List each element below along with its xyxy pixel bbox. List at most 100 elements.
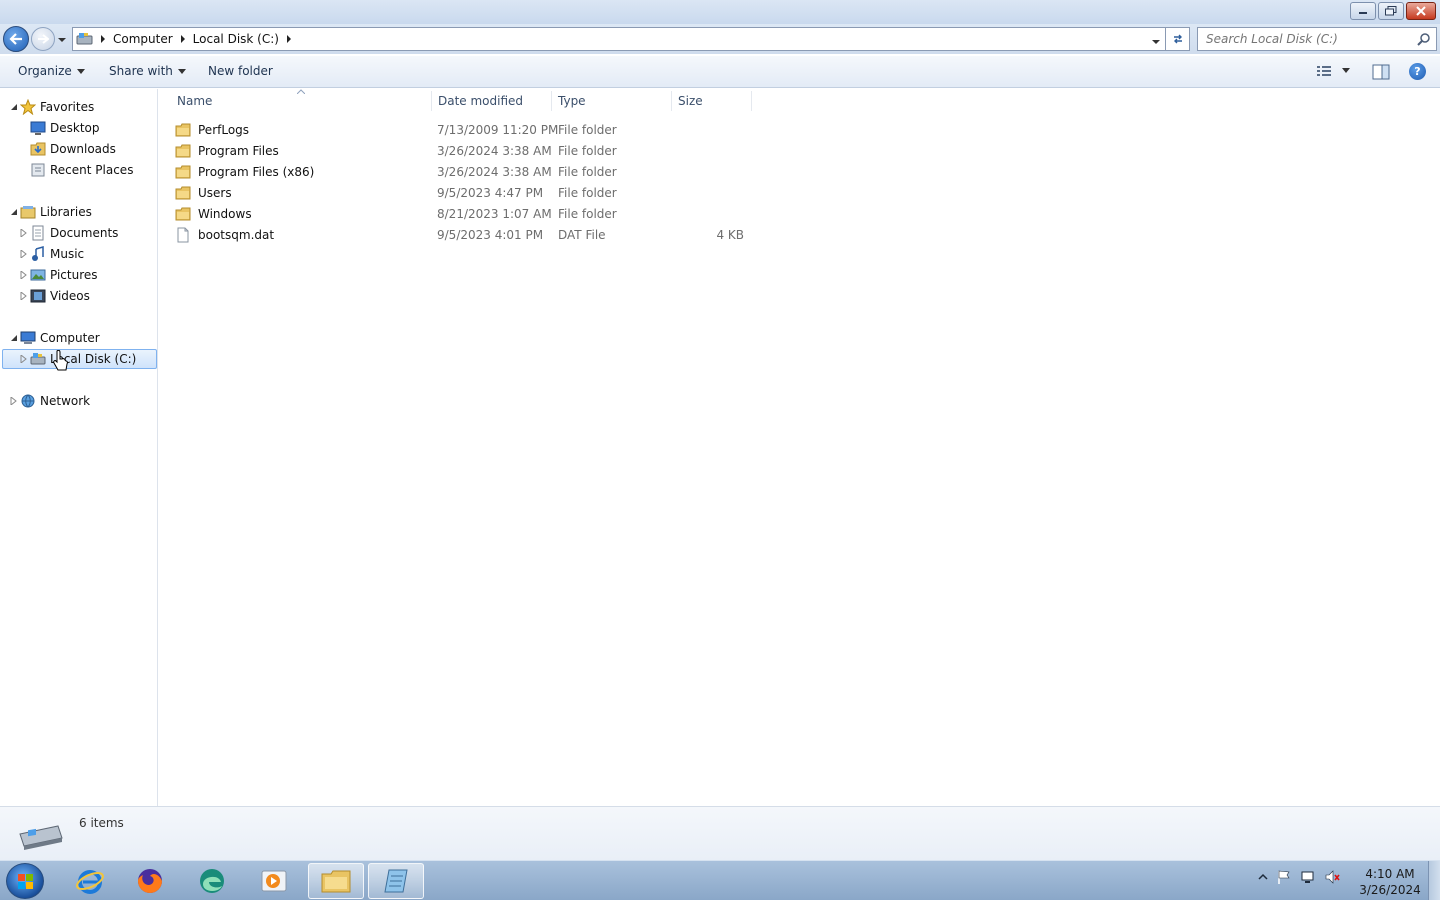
drive-icon [30,351,46,367]
chevron-down-icon [177,68,186,74]
window-controls [1350,2,1436,20]
breadcrumb-arrow[interactable] [283,35,295,43]
collapsed-arrow-icon[interactable] [20,250,28,258]
expanded-arrow-icon[interactable] [10,334,18,342]
expanded-arrow-icon[interactable] [10,103,18,111]
preview-pane-button[interactable] [1372,64,1390,83]
computer-icon [20,330,36,346]
collapsed-arrow-icon[interactable] [20,271,28,279]
nav-music[interactable]: Music [20,244,84,264]
clock-time: 4:10 AM [1365,867,1415,881]
navigation-pane: Favorites Desktop Downloads Recent Place… [0,89,158,806]
file-row[interactable]: bootsqm.dat 9/5/2023 4:01 PM DAT File 4 KB [175,224,755,245]
notepad-icon [384,869,408,893]
collapsed-arrow-icon[interactable] [20,292,28,300]
close-button[interactable] [1406,2,1436,20]
address-dropdown[interactable] [1151,35,1161,49]
collapsed-arrow-icon[interactable] [20,229,28,237]
nav-downloads[interactable]: Downloads [30,139,116,159]
breadcrumb-computer[interactable]: Computer [109,28,177,50]
nav-videos[interactable]: Videos [20,286,90,306]
column-header-size[interactable]: Size [672,89,750,113]
address-bar[interactable]: Computer Local Disk (C:) [72,27,1166,51]
item-count: 6 items [79,816,124,830]
restore-button[interactable] [1378,2,1404,20]
folder-icon [175,164,191,180]
change-view-button[interactable] [1316,64,1350,78]
start-button[interactable] [6,863,44,899]
file-row[interactable]: Program Files 3/26/2024 3:38 AM File folde… [175,140,755,161]
file-size-cell [678,161,744,182]
file-size-cell [678,140,744,161]
organize-button[interactable]: Organize [18,64,85,78]
nav-desktop[interactable]: Desktop [30,118,100,138]
search-icon[interactable] [1417,32,1431,49]
taskbar-notepad[interactable] [368,863,424,899]
minimize-button[interactable] [1350,2,1376,20]
breadcrumb-arrow[interactable] [177,35,189,43]
forward-button[interactable] [31,27,55,51]
nav-documents[interactable]: Documents [20,223,118,243]
arrow-right-icon [38,34,49,44]
taskbar-media-player[interactable] [246,863,302,899]
file-row[interactable]: Program Files (x86) 3/26/2024 3:38 AM File… [175,161,755,182]
search-input[interactable] [1198,28,1408,50]
file-type-cell: DAT File [558,227,606,242]
breadcrumb-arrow[interactable] [97,35,109,43]
nav-recent-places[interactable]: Recent Places [30,160,133,180]
file-date-cell: 3/26/2024 3:38 AM [437,164,552,179]
column-header-name[interactable]: Name [171,89,431,113]
expanded-arrow-icon[interactable] [10,208,18,216]
back-button[interactable] [3,26,29,52]
documents-icon [30,225,46,241]
file-explorer-icon [321,870,351,893]
share-with-button[interactable]: Share with [109,64,186,78]
action-center-flag-icon[interactable] [1276,869,1292,885]
collapsed-arrow-icon[interactable] [20,355,28,363]
file-date-cell: 7/13/2009 11:20 PM [437,122,559,137]
minimize-icon [1359,12,1367,14]
folder-icon [175,206,191,222]
network-status-icon[interactable] [1300,869,1316,885]
volume-muted-icon[interactable] [1324,869,1340,885]
file-date-cell: 9/5/2023 4:01 PM [437,227,544,242]
system-tray [1258,869,1340,885]
taskbar-firefox[interactable] [122,863,178,899]
file-row[interactable]: PerfLogs 7/13/2009 11:20 PM File folder [175,119,755,140]
nav-pictures[interactable]: Pictures [20,265,98,285]
file-type-cell: File folder [558,164,617,179]
nav-local-disk[interactable]: Local Disk (C:) [20,349,136,369]
star-icon [20,99,36,115]
nav-favorites[interactable]: Favorites [8,97,94,117]
search-box [1197,27,1437,51]
nav-network[interactable]: Network [8,391,90,411]
column-header-date[interactable]: Date modified [432,89,550,113]
edge-icon [200,869,224,893]
nav-computer[interactable]: Computer [8,328,100,348]
taskbar-edge[interactable] [184,863,240,899]
help-button[interactable]: ? [1409,63,1426,80]
recent-pages-dropdown[interactable] [57,33,67,47]
preview-pane-icon [1372,64,1390,80]
file-row[interactable]: Windows 8/21/2023 1:07 AM File folder [175,203,755,224]
file-name-cell: Users [175,182,232,203]
file-row[interactable]: Users 9/5/2023 4:47 PM File folder [175,182,755,203]
folder-icon [175,143,191,159]
show-desktop-button[interactable] [1428,861,1440,900]
new-folder-button[interactable]: New folder [208,64,273,78]
column-divider[interactable] [751,91,752,111]
breadcrumb-local-disk[interactable]: Local Disk (C:) [189,28,283,50]
file-size-cell [678,119,744,140]
taskbar-internet-explorer[interactable] [62,863,118,899]
refresh-button[interactable] [1166,27,1190,51]
file-type-cell: File folder [558,122,617,137]
file-type-cell: File folder [558,206,617,221]
taskbar-file-explorer[interactable] [308,863,364,899]
recent-places-icon [30,162,46,178]
collapsed-arrow-icon[interactable] [10,397,18,405]
column-header-type[interactable]: Type [552,89,670,113]
nav-libraries[interactable]: Libraries [8,202,92,222]
show-hidden-icons-icon[interactable] [1258,873,1268,881]
clock[interactable]: 4:10 AM 3/26/2024 [1355,866,1425,898]
clock-date: 3/26/2024 [1359,883,1421,897]
